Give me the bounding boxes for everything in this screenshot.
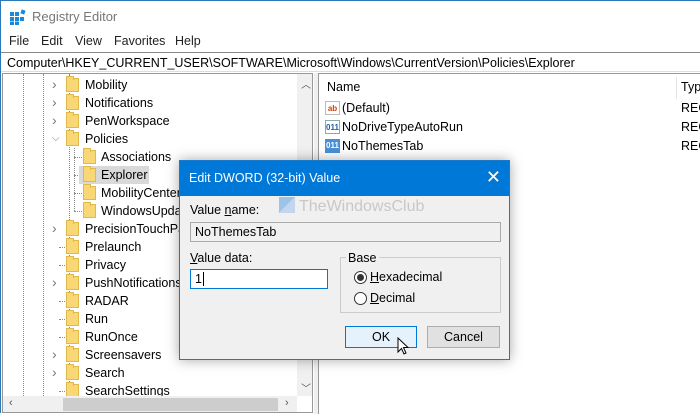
tree-item-label: Privacy xyxy=(85,258,126,272)
tree-item-label: PushNotifications xyxy=(85,276,182,290)
chevron-right-icon[interactable]: › xyxy=(52,93,57,111)
tree-item-label: RunOnce xyxy=(85,330,138,344)
tree-item-label: Notifications xyxy=(85,96,154,110)
tree-guide-line xyxy=(74,148,75,211)
folder-icon xyxy=(83,184,96,200)
tree-item-label: Explorer xyxy=(101,168,148,182)
close-icon[interactable]: ✕ xyxy=(486,167,501,188)
tree-item-label: MobilityCenter xyxy=(101,186,181,200)
tree-connector xyxy=(74,157,82,158)
tree-item-label: Run xyxy=(85,312,108,326)
folder-icon xyxy=(83,148,96,164)
tree-item-label: Associations xyxy=(101,150,172,164)
chevron-right-icon[interactable]: › xyxy=(52,345,57,363)
folder-icon xyxy=(66,220,79,236)
string-value-icon: ab xyxy=(325,101,340,115)
tree-connector xyxy=(74,193,82,194)
menu-file[interactable]: File xyxy=(9,34,29,48)
window-title: Registry Editor xyxy=(32,9,118,24)
menu-view[interactable]: View xyxy=(75,34,102,48)
value-type: REG xyxy=(681,120,700,134)
base-groupbox xyxy=(340,257,501,313)
tree-item-label: Prelaunch xyxy=(85,240,142,254)
watermark-logo-icon xyxy=(279,197,295,213)
menu-bar: File Edit View Favorites Help xyxy=(1,33,700,51)
radio-selected-icon[interactable] xyxy=(354,271,367,284)
registry-editor-icon xyxy=(10,9,26,25)
folder-icon xyxy=(66,274,79,290)
tree-item-mobility[interactable]: › Mobility xyxy=(3,76,295,94)
chevron-down-icon[interactable]: ⌵ xyxy=(52,130,60,148)
dialog-title: Edit DWORD (32-bit) Value xyxy=(189,171,341,185)
column-header-name[interactable]: Name xyxy=(327,80,360,94)
tree-item-label: Search xyxy=(85,366,125,380)
folder-icon xyxy=(83,202,96,218)
dword-value-icon: 011 xyxy=(325,120,340,134)
column-header-type[interactable]: Type xyxy=(681,80,700,94)
mouse-cursor-icon xyxy=(397,337,409,355)
cancel-button[interactable]: Cancel xyxy=(427,326,500,348)
folder-icon xyxy=(83,166,96,182)
menu-help[interactable]: Help xyxy=(175,34,201,48)
tree-item-label: PrecisionTouchPad xyxy=(85,222,193,236)
chevron-right-icon[interactable]: › xyxy=(52,111,57,129)
value-name: NoDriveTypeAutoRun xyxy=(342,120,463,134)
folder-icon xyxy=(66,346,79,362)
title-bar: Registry Editor xyxy=(1,1,700,33)
address-bar[interactable]: Computer\HKEY_CURRENT_USER\SOFTWARE\Micr… xyxy=(1,52,700,72)
dword-value-icon: 011 xyxy=(325,139,340,153)
value-name-field: NoThemesTab xyxy=(190,222,501,242)
tree-item-label: RADAR xyxy=(85,294,129,308)
chevron-right-icon[interactable]: › xyxy=(52,219,57,237)
value-type: REG xyxy=(681,139,700,153)
tree-item-policies[interactable]: ⌵ Policies xyxy=(3,130,295,148)
folder-icon xyxy=(66,76,79,92)
chevron-right-icon[interactable]: › xyxy=(52,273,57,291)
menu-edit[interactable]: Edit xyxy=(41,34,63,48)
value-row-nothemestab[interactable]: 011 NoThemesTab xyxy=(325,137,423,155)
folder-icon xyxy=(66,94,79,110)
menu-favorites[interactable]: Favorites xyxy=(114,34,165,48)
value-row-nodrivetypeautorun[interactable]: 011 NoDriveTypeAutoRun xyxy=(325,118,463,136)
scroll-right-icon[interactable]: › xyxy=(285,397,289,409)
folder-icon xyxy=(66,364,79,380)
value-type: REG xyxy=(681,101,700,115)
tree-item-penworkspace[interactable]: › PenWorkspace xyxy=(3,112,295,130)
watermark-text: TheWindowsClub xyxy=(299,198,425,215)
tree-horizontal-scrollbar[interactable]: ‹ › xyxy=(3,396,297,412)
tree-item-notifications[interactable]: › Notifications xyxy=(3,94,295,112)
folder-icon xyxy=(66,130,79,146)
dialog-title-bar[interactable]: Edit DWORD (32-bit) Value ✕ xyxy=(180,161,509,196)
tree-connector xyxy=(74,211,82,212)
folder-icon xyxy=(66,310,79,326)
tree-item-label: PenWorkspace xyxy=(85,114,170,128)
value-name-label: Value name: xyxy=(190,203,260,217)
horizontal-scroll-thumb[interactable] xyxy=(63,398,278,411)
folder-icon xyxy=(66,238,79,254)
value-row-default[interactable]: ab (Default) xyxy=(325,99,390,117)
value-data-input[interactable]: 1 xyxy=(190,269,328,289)
value-name: NoThemesTab xyxy=(342,139,424,153)
column-divider[interactable] xyxy=(676,77,677,99)
folder-icon xyxy=(66,256,79,272)
chevron-right-icon[interactable]: › xyxy=(52,363,57,381)
radio-unselected-icon[interactable] xyxy=(354,292,367,305)
folder-icon xyxy=(66,112,79,128)
scroll-up-icon[interactable]: ︿ xyxy=(301,76,311,91)
chevron-right-icon[interactable]: › xyxy=(52,75,57,93)
watermark: TheWindowsClub xyxy=(279,197,424,216)
base-label: Base xyxy=(346,251,379,265)
scroll-left-icon[interactable]: ‹ xyxy=(9,397,13,409)
folder-icon xyxy=(66,292,79,308)
value-name: (Default) xyxy=(342,101,390,115)
folder-icon xyxy=(66,328,79,344)
tree-item-search[interactable]: › Search xyxy=(3,364,295,382)
value-data-label: Value data: xyxy=(190,251,253,265)
scroll-down-icon[interactable]: ﹀ xyxy=(301,380,311,395)
tree-item-label: Mobility xyxy=(85,78,128,92)
edit-dword-dialog: Edit DWORD (32-bit) Value ✕ TheWindowsCl… xyxy=(179,160,510,360)
tree-item-label: Policies xyxy=(85,132,129,146)
tree-item-label: Screensavers xyxy=(85,348,162,362)
